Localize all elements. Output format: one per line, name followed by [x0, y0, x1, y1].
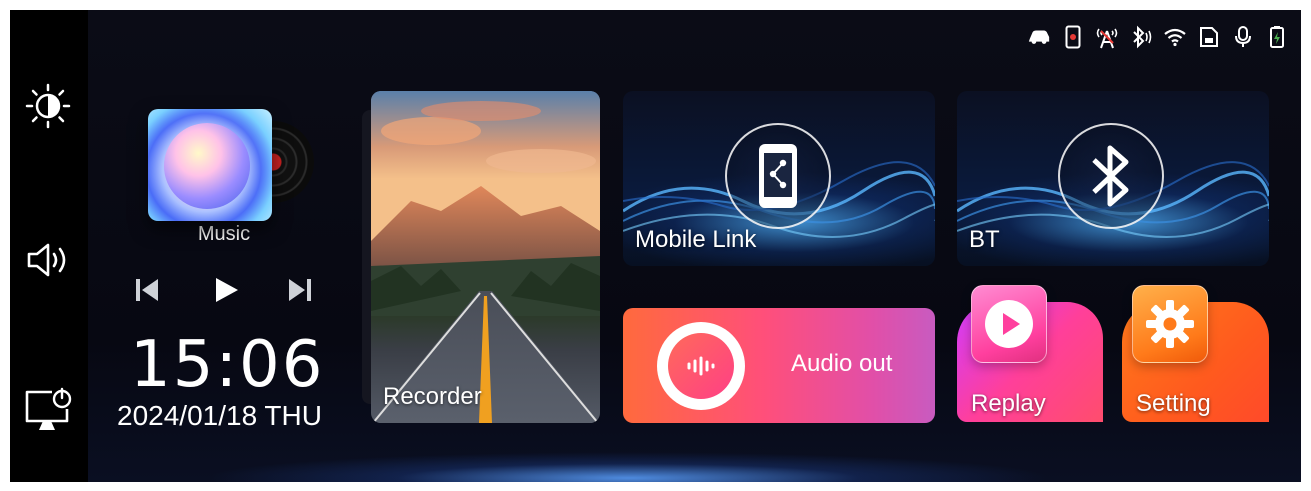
music-label: Music	[197, 223, 251, 245]
play-button[interactable]	[206, 272, 246, 308]
battery-charging-icon	[1265, 25, 1289, 49]
head-unit-screen: Music 15:06 2024/01/18 THU Recorder Mobi…	[10, 10, 1301, 482]
replay-icon-badge	[971, 285, 1047, 363]
recorder-landscape-image	[371, 91, 600, 423]
screen-off-button[interactable]	[18, 380, 78, 440]
status-bar	[1027, 24, 1289, 50]
clock-date: 2024/01/18 THU	[117, 400, 322, 431]
setting-icon-badge	[1132, 285, 1208, 363]
previous-icon	[136, 279, 158, 301]
gear-icon	[1146, 300, 1194, 348]
recorder-tile[interactable]: Recorder	[371, 91, 600, 423]
volume-icon	[27, 243, 66, 277]
audio-out-label: Audio out	[791, 350, 893, 377]
bt-label: BT	[969, 226, 1000, 253]
brightness-icon	[25, 83, 71, 129]
play-circle-icon	[985, 300, 1033, 348]
volume-button[interactable]	[18, 230, 78, 290]
wifi-icon	[1163, 25, 1187, 49]
audio-out-tile[interactable]: Audio out	[623, 308, 935, 423]
phone-share-icon	[759, 144, 797, 208]
bluetooth-icon	[1092, 145, 1129, 207]
previous-button[interactable]	[127, 272, 167, 308]
mobile-link-badge	[725, 123, 831, 229]
brightness-button[interactable]	[18, 76, 78, 136]
audio-ring	[657, 322, 745, 410]
bt-badge	[1058, 123, 1164, 229]
play-icon	[216, 278, 238, 302]
audio-wave-icon	[687, 356, 715, 376]
music-album-art[interactable]	[148, 109, 272, 221]
signal-tower-icon	[1095, 25, 1119, 49]
mobile-link-tile[interactable]: Mobile Link	[623, 91, 935, 266]
phone-link-icon	[1061, 25, 1085, 49]
microphone-icon	[1231, 25, 1255, 49]
bluetooth-status-icon	[1129, 25, 1153, 49]
side-rail	[10, 10, 88, 482]
replay-tile[interactable]: Replay	[957, 285, 1103, 422]
next-icon	[289, 279, 311, 301]
mobile-link-label: Mobile Link	[635, 226, 757, 253]
screen-off-icon	[25, 387, 72, 430]
recorder-label: Recorder	[383, 383, 482, 410]
sd-card-icon	[1197, 25, 1221, 49]
replay-label: Replay	[971, 390, 1046, 417]
setting-label: Setting	[1136, 390, 1211, 417]
car-icon	[1027, 25, 1051, 49]
setting-tile[interactable]: Setting	[1122, 285, 1269, 422]
bt-tile[interactable]: BT	[957, 91, 1269, 266]
next-button[interactable]	[280, 272, 320, 308]
clock-time: 15:06	[130, 328, 325, 402]
